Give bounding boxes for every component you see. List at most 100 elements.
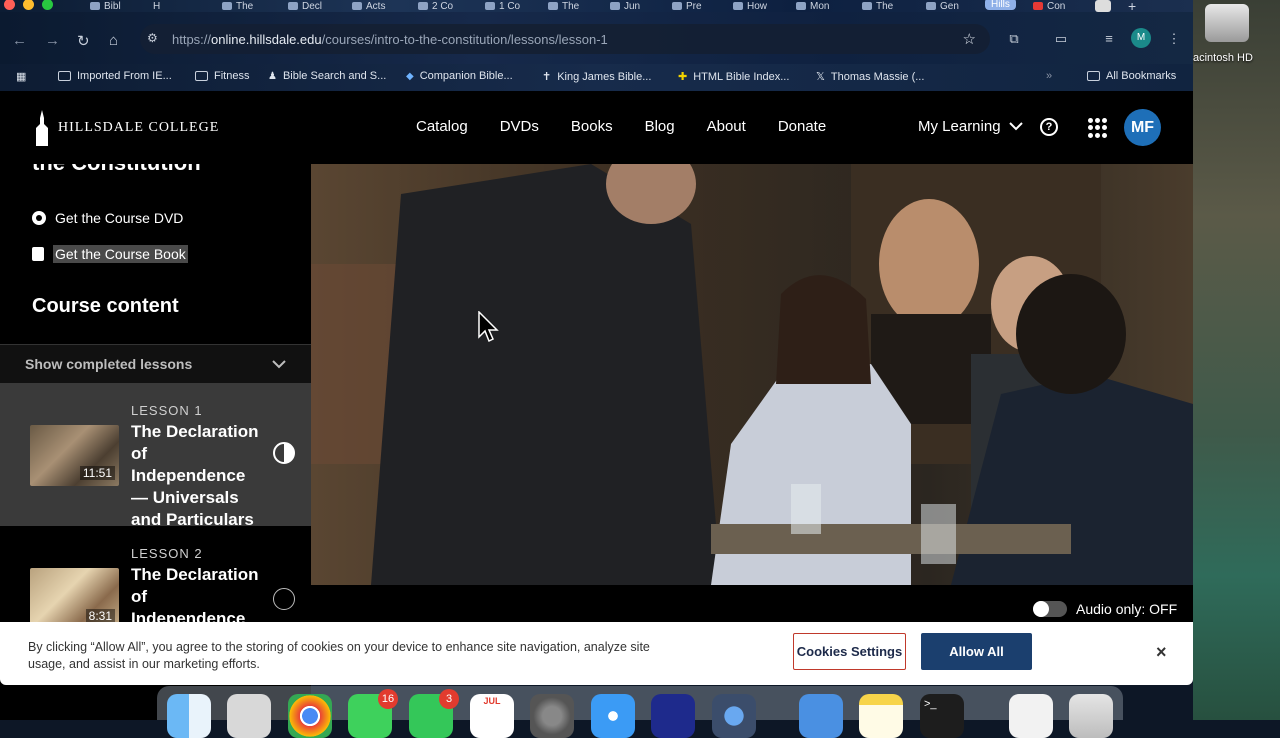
- browser-tab[interactable]: 2 Co: [418, 0, 453, 12]
- calendar-icon[interactable]: JUL: [470, 694, 514, 738]
- close-icon[interactable]: ×: [1156, 642, 1167, 663]
- bookmark-item[interactable]: ♟ Bible Search and S...: [268, 70, 386, 82]
- close-window-button[interactable]: [4, 0, 15, 10]
- back-arrow-icon[interactable]: ←: [12, 32, 27, 49]
- browser-tab[interactable]: The: [548, 0, 579, 12]
- site-settings-icon[interactable]: ⚙: [147, 31, 158, 45]
- cookies-settings-button[interactable]: Cookies Settings: [793, 633, 906, 670]
- safari-icon[interactable]: [591, 694, 635, 738]
- apps-grid-icon[interactable]: ▦: [16, 70, 26, 83]
- trash-icon[interactable]: [1069, 694, 1113, 738]
- audio-only-toggle[interactable]: [1033, 601, 1067, 617]
- browser-tab[interactable]: The: [222, 0, 253, 12]
- more-bookmarks-chevron-icon[interactable]: »: [1046, 70, 1052, 82]
- bookmark-item[interactable]: ✝ King James Bible...: [542, 70, 651, 84]
- cast-icon[interactable]: ▭: [1053, 31, 1069, 47]
- nav-books[interactable]: Books: [571, 118, 613, 135]
- nav-blog[interactable]: Blog: [645, 118, 675, 135]
- lesson-duration: 11:51: [79, 466, 115, 480]
- bookmark-folder[interactable]: Fitness: [195, 70, 249, 82]
- lesson-progress-empty-icon: [273, 588, 295, 610]
- browser-tab[interactable]: Bibl: [90, 0, 121, 12]
- bookmark-item[interactable]: ◆ Companion Bible...: [406, 70, 513, 82]
- bookmark-item[interactable]: ✚ HTML Bible Index...: [678, 70, 789, 84]
- tab-favicon-icon: [862, 2, 872, 10]
- address-bar[interactable]: ⚙ https://online.hillsdale.edu/courses/i…: [140, 24, 990, 54]
- youtube-favicon-icon: [1033, 2, 1043, 10]
- browser-tab[interactable]: Jun: [610, 0, 640, 12]
- app-store-folder-icon[interactable]: [651, 694, 695, 738]
- notes-icon[interactable]: [859, 694, 903, 738]
- audio-only-label: Audio only: OFF: [1076, 601, 1178, 617]
- extensions-icon[interactable]: ⧉: [1006, 31, 1022, 47]
- browser-tab[interactable]: Pre: [672, 0, 702, 12]
- browser-window: Bibl H The Decl Acts 2 Co 1 Co The Jun P…: [0, 0, 1193, 720]
- lesson-number: LESSON 2: [131, 546, 203, 561]
- browser-tab[interactable]: Con: [1033, 0, 1065, 12]
- browser-tab-active[interactable]: Hills: [985, 0, 1016, 10]
- browser-tab[interactable]: Gen: [926, 0, 959, 12]
- tab-favicon-icon: [288, 2, 298, 10]
- desktop-background: acintosh HD: [1193, 0, 1280, 720]
- terminal-icon[interactable]: >_: [920, 694, 964, 738]
- system-settings-icon[interactable]: [530, 694, 574, 738]
- url-text[interactable]: https://online.hillsdale.edu/courses/int…: [172, 32, 608, 47]
- apps-grid-icon[interactable]: [1088, 118, 1108, 138]
- quicktime-icon[interactable]: [712, 694, 756, 738]
- bookmark-item[interactable]: 𝕏 Thomas Massie (...: [816, 70, 924, 84]
- messages-icon[interactable]: 16: [348, 689, 398, 738]
- browser-tab[interactable]: The: [862, 0, 893, 12]
- browser-tab[interactable]: Decl: [288, 0, 322, 12]
- get-course-dvd-link[interactable]: Get the Course DVD: [32, 210, 183, 226]
- forward-arrow-icon[interactable]: →: [45, 32, 60, 49]
- home-icon[interactable]: ⌂: [109, 32, 118, 49]
- video-player[interactable]: [311, 164, 1193, 585]
- browser-tab[interactable]: 1 Co: [485, 0, 520, 12]
- reading-list-icon[interactable]: ≡: [1101, 31, 1117, 47]
- tab-favicon-icon: [610, 2, 620, 10]
- video-frame-image: [311, 164, 1193, 585]
- cross-icon: ✚: [678, 71, 688, 83]
- chevron-down-icon: [272, 360, 286, 369]
- reload-icon[interactable]: ↻: [77, 32, 90, 50]
- browser-tab[interactable]: Mon: [796, 0, 829, 12]
- cookie-banner-text: By clicking “Allow All”, you agree to th…: [28, 640, 650, 671]
- browser-profile-avatar[interactable]: M: [1131, 28, 1151, 48]
- hillsdale-logo[interactable]: HILLSDALE COLLEGE: [32, 110, 219, 146]
- document-icon[interactable]: [1009, 694, 1053, 738]
- hard-drive-icon[interactable]: [1205, 4, 1249, 42]
- allow-all-button[interactable]: Allow All: [921, 633, 1032, 670]
- browser-tab[interactable]: How: [733, 0, 767, 12]
- nav-donate[interactable]: Donate: [778, 118, 826, 135]
- nav-catalog[interactable]: Catalog: [416, 118, 468, 135]
- user-avatar[interactable]: MF: [1124, 109, 1161, 146]
- facetime-icon[interactable]: 3: [409, 689, 459, 738]
- nav-about[interactable]: About: [707, 118, 746, 135]
- show-completed-lessons-toggle[interactable]: Show completed lessons: [0, 345, 311, 383]
- lesson-thumbnail: 11:51: [30, 425, 119, 486]
- my-learning-menu[interactable]: My Learning: [918, 118, 1023, 135]
- help-icon[interactable]: ?: [1040, 118, 1058, 136]
- mail-icon[interactable]: [799, 694, 843, 738]
- new-tab-icon[interactable]: +: [1128, 0, 1136, 12]
- bookmark-star-icon[interactable]: ☆: [963, 30, 976, 48]
- tab-favicon-icon: [418, 2, 428, 10]
- tab-search-button[interactable]: [1095, 0, 1111, 12]
- browser-tab[interactable]: Acts: [352, 0, 385, 12]
- main-navigation: Catalog DVDs Books Blog About Donate: [416, 118, 858, 135]
- get-course-book-link[interactable]: Get the Course Book: [32, 245, 188, 263]
- x-logo-icon: 𝕏: [816, 71, 825, 83]
- launchpad-icon[interactable]: [227, 694, 271, 738]
- finder-icon[interactable]: [167, 694, 211, 738]
- minimize-window-button[interactable]: [23, 0, 34, 10]
- browser-tab[interactable]: H: [153, 0, 160, 12]
- all-bookmarks-folder[interactable]: All Bookmarks: [1087, 70, 1176, 82]
- lesson-thumbnail: 8:31: [30, 568, 119, 629]
- zoom-window-button[interactable]: [42, 0, 53, 10]
- folder-icon: [195, 71, 208, 81]
- nav-dvds[interactable]: DVDs: [500, 118, 539, 135]
- browser-menu-icon[interactable]: ⋮: [1166, 31, 1182, 47]
- bookmark-folder[interactable]: Imported From IE...: [58, 70, 172, 82]
- chrome-icon[interactable]: [288, 694, 332, 738]
- lesson-item[interactable]: 11:51 LESSON 1 The Declaration of Indepe…: [0, 383, 311, 529]
